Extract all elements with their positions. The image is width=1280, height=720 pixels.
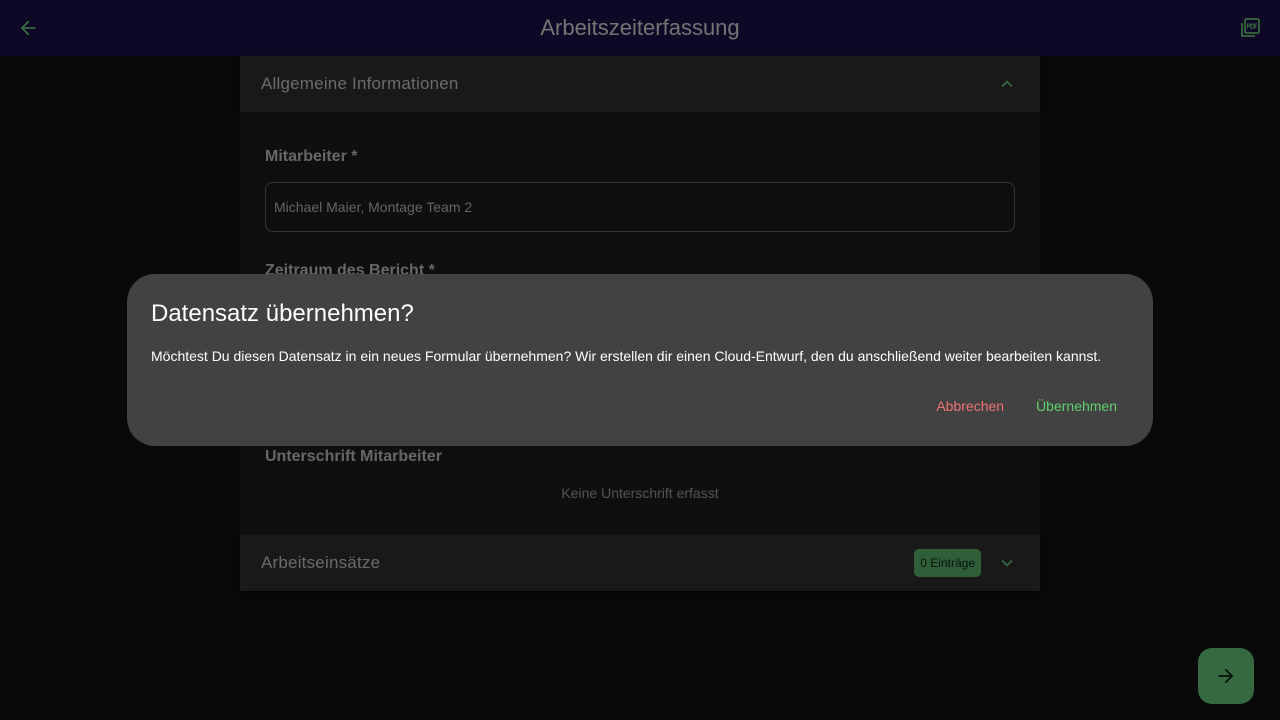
app-root: Arbeitszeiterfassung Allgemeine Informat… xyxy=(0,0,1280,720)
cancel-button[interactable]: Abbrechen xyxy=(924,392,1016,420)
dialog-message: Möchtest Du diesen Datensatz in ein neue… xyxy=(151,348,1102,364)
confirm-dialog: Datensatz übernehmen? Möchtest Du diesen… xyxy=(127,274,1153,446)
accept-button[interactable]: Übernehmen xyxy=(1024,392,1129,420)
dialog-title: Datensatz übernehmen? xyxy=(151,300,414,327)
dialog-actions: Abbrechen Übernehmen xyxy=(924,392,1129,420)
